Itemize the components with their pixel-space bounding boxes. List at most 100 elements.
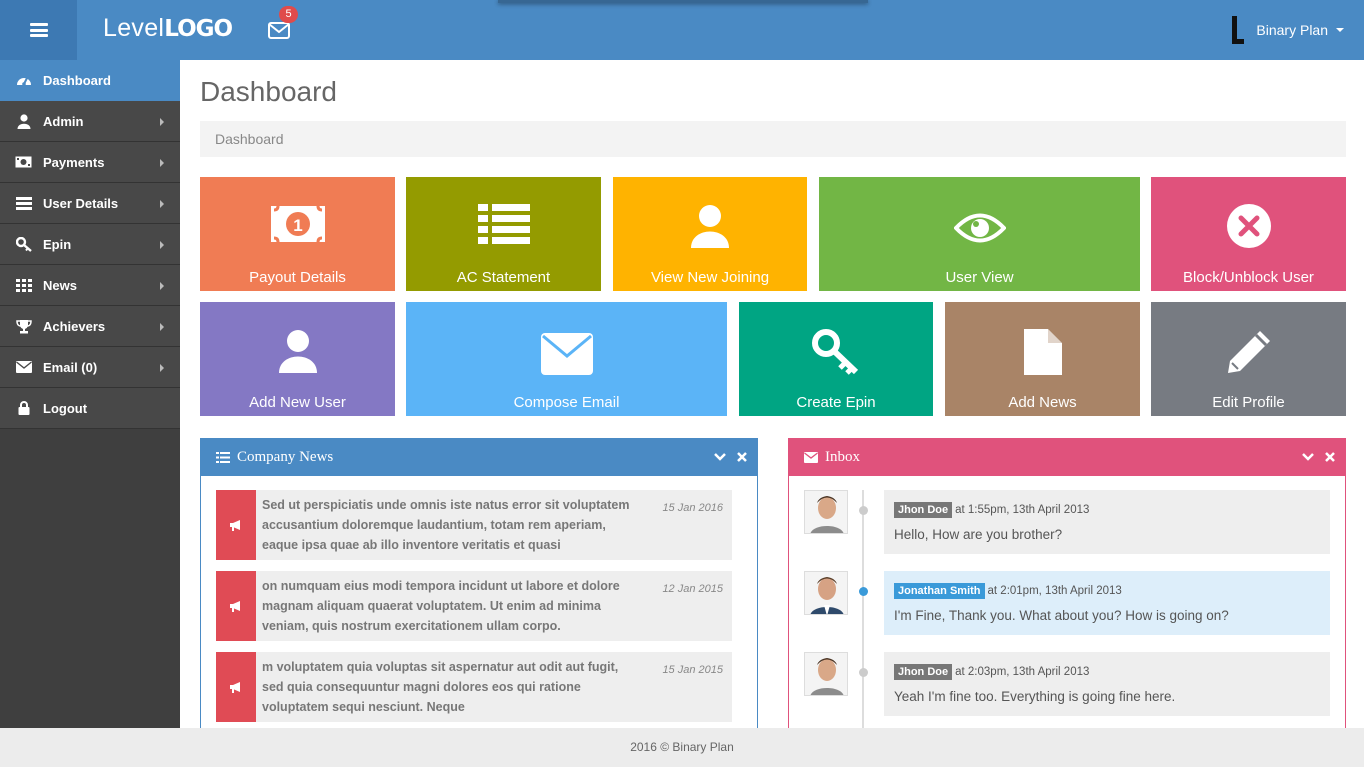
- news-date: 15 Jan 2015: [662, 664, 723, 676]
- caret-right-icon: [160, 364, 164, 372]
- money-icon: [15, 154, 32, 170]
- sidebar-item-label: Payments: [43, 154, 105, 170]
- tile-label: User View: [945, 269, 1014, 286]
- tile-add-news[interactable]: Add News: [945, 302, 1140, 416]
- mail-count-badge: 5: [279, 6, 298, 23]
- message-text: I'm Fine, Thank you. What about you? How…: [894, 608, 1229, 623]
- chat-message[interactable]: Jhon Doe at 1:55pm, 13th April 2013 Hello…: [789, 490, 1345, 560]
- message-sender[interactable]: Jhon Doe: [894, 664, 953, 680]
- tile-payout-details[interactable]: 1 Payout Details: [200, 177, 395, 291]
- tile-label: View New Joining: [650, 269, 770, 286]
- news-list-item[interactable]: on numquam eius modi tempora incidunt ut…: [216, 571, 732, 641]
- tile-add-new-user[interactable]: Add New User: [200, 302, 395, 416]
- news-text: on numquam eius modi tempora incidunt ut…: [262, 579, 620, 633]
- caret-right-icon: [160, 118, 164, 126]
- list-icon: [216, 452, 230, 463]
- sidebar-item-label: Epin: [43, 236, 72, 252]
- page-title: Dashboard: [200, 76, 337, 107]
- grid-icon: [15, 277, 32, 293]
- caret-right-icon: [160, 200, 164, 208]
- message-time: at 1:55pm, 13th April 2013: [955, 504, 1090, 516]
- menu-toggle-button[interactable]: [0, 0, 77, 60]
- news-list-item[interactable]: m voluptatem quia voluptas sit aspernatu…: [216, 652, 732, 722]
- close-icon[interactable]: [1323, 450, 1337, 464]
- close-icon[interactable]: [735, 450, 749, 464]
- bullhorn-icon: [216, 571, 256, 641]
- tile-label: Add New User: [249, 394, 346, 411]
- message-text: Yeah I'm fine too. Everything is going f…: [894, 689, 1176, 704]
- envelope-icon: [406, 333, 727, 375]
- envelope-icon: [15, 359, 32, 375]
- sidebar-item-label: Logout: [43, 400, 88, 416]
- list-icon: [15, 195, 32, 211]
- tile-label: Edit Profile: [1212, 394, 1285, 411]
- tile-label: AC Statement: [456, 269, 551, 286]
- sidebar-item-news[interactable]: News: [0, 265, 180, 306]
- caret-right-icon: [160, 159, 164, 167]
- tile-ac-statement[interactable]: AC Statement: [406, 177, 601, 291]
- envelope-icon: [804, 452, 818, 463]
- collapse-chevron-icon[interactable]: [713, 450, 727, 464]
- message-sender[interactable]: Jonathan Smith: [894, 583, 985, 599]
- sidebar-item-admin[interactable]: Admin: [0, 101, 180, 142]
- bullhorn-icon: [216, 490, 256, 560]
- logo-bold-text: LOGO: [164, 16, 233, 42]
- svg-text:1: 1: [293, 216, 302, 235]
- money-icon: 1: [200, 204, 395, 244]
- caret-right-icon: [160, 241, 164, 249]
- footer: 2016 © Binary Plan: [0, 728, 1364, 767]
- sidebar-item-user-details[interactable]: User Details: [0, 183, 180, 224]
- caret-right-icon: [160, 282, 164, 290]
- inbox-panel: Inbox Jhon Doe at 1:55pm, 13th April 2013…: [788, 438, 1346, 738]
- sidebar-item-label: Admin: [43, 113, 84, 129]
- tile-view-new-joining[interactable]: View New Joining: [613, 177, 807, 291]
- sidebar-item-label: User Details: [43, 195, 119, 211]
- hamburger-icon: [29, 23, 48, 37]
- tile-edit-profile[interactable]: Edit Profile: [1151, 302, 1346, 416]
- company-news-header: Company News: [201, 439, 757, 476]
- breadcrumb[interactable]: Dashboard: [200, 121, 1346, 157]
- chat-message[interactable]: Jonathan Smith at 2:01pm, 13th April 2013…: [789, 571, 1345, 641]
- avatar: [804, 490, 848, 534]
- chat-message[interactable]: Jhon Doe at 2:03pm, 13th April 2013 Yeah …: [789, 652, 1345, 722]
- message-time: at 2:01pm, 13th April 2013: [987, 585, 1122, 597]
- key-icon: [15, 236, 32, 252]
- trophy-icon: [15, 318, 32, 334]
- tile-block-unblock-user[interactable]: Block/Unblock User: [1151, 177, 1346, 291]
- dashboard-icon: [15, 72, 32, 88]
- logo-light-text: Level: [103, 14, 165, 42]
- news-list-item[interactable]: Sed ut perspiciatis unde omnis iste natu…: [216, 490, 732, 560]
- user-icon: [15, 113, 32, 129]
- sidebar-item-achievers[interactable]: Achievers: [0, 306, 180, 347]
- tile-label: Create Epin: [796, 394, 876, 411]
- sidebar-item-label: News: [43, 277, 77, 293]
- tile-user-view[interactable]: User View: [819, 177, 1140, 291]
- popup-shadow: [498, 0, 868, 3]
- tile-compose-email[interactable]: Compose Email: [406, 302, 727, 416]
- sidebar-item-label: Dashboard: [43, 72, 111, 88]
- brand-logo[interactable]: LevelLOGO: [103, 14, 233, 43]
- pencil-icon: [1151, 329, 1346, 375]
- top-navbar: LevelLOGO 5 Binary Plan: [0, 0, 1364, 60]
- avatar: [804, 571, 848, 615]
- user-menu-dropdown[interactable]: Binary Plan: [1230, 0, 1344, 60]
- company-news-panel: Company News Sed ut perspiciatis unde om…: [200, 438, 758, 738]
- sidebar-item-email[interactable]: Email (0): [0, 347, 180, 388]
- collapse-chevron-icon[interactable]: [1301, 450, 1315, 464]
- sidebar-item-logout[interactable]: Logout: [0, 388, 180, 429]
- sidebar-item-dashboard[interactable]: Dashboard: [0, 60, 180, 101]
- list-icon: [406, 204, 601, 244]
- panel-title: Company News: [237, 449, 334, 465]
- sidebar-item-label: Achievers: [43, 318, 106, 334]
- panel-title: Inbox: [825, 449, 860, 465]
- eye-icon: [819, 211, 1140, 245]
- bullhorn-icon: [216, 652, 256, 722]
- news-text: Sed ut perspiciatis unde omnis iste natu…: [262, 498, 630, 552]
- message-sender[interactable]: Jhon Doe: [894, 502, 953, 518]
- sidebar-item-payments[interactable]: Payments: [0, 142, 180, 183]
- tile-create-epin[interactable]: Create Epin: [739, 302, 933, 416]
- sidebar-item-epin[interactable]: Epin: [0, 224, 180, 265]
- lock-icon: [15, 400, 32, 416]
- message-time: at 2:03pm, 13th April 2013: [955, 666, 1090, 678]
- avatar: [804, 652, 848, 696]
